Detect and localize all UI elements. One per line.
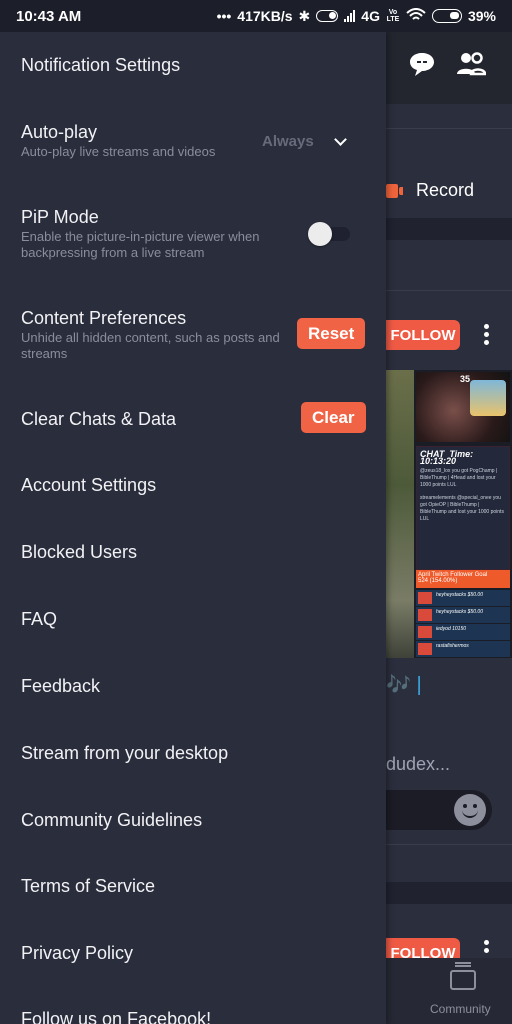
network-speed: 417KB/s: [237, 8, 293, 24]
follow-button[interactable]: FOLLOW: [386, 320, 460, 350]
menu-item-terms-of-service[interactable]: Terms of Service: [21, 875, 366, 897]
follower-goal: April Twitch Follower Goal 524 (154.00%): [416, 570, 510, 588]
goal-value: 524 (154.00%): [418, 578, 458, 584]
item-subtitle: Unhide all hidden content, such as posts…: [21, 330, 280, 361]
stat-row: heyheystacks $50.00: [416, 607, 510, 623]
menu-item-faq[interactable]: FAQ: [21, 608, 366, 630]
menu-item-feedback[interactable]: Feedback: [21, 675, 366, 697]
stat-row: heyheystacks $50.00: [416, 590, 510, 606]
battery-icon: [431, 9, 462, 23]
record-button[interactable]: Record: [386, 180, 474, 201]
divider: [386, 844, 512, 845]
menu-item-notification-settings[interactable]: Notification Settings: [21, 54, 366, 76]
reset-button[interactable]: Reset: [297, 318, 366, 349]
menu-item-privacy-policy[interactable]: Privacy Policy: [21, 942, 366, 964]
game-footage: [386, 370, 414, 658]
menu-item-blocked-users[interactable]: Blocked Users: [21, 541, 366, 563]
section-separator: [386, 218, 512, 240]
item-title: FAQ: [21, 609, 58, 629]
data-saver-icon: [316, 10, 339, 22]
nav-community-label[interactable]: Community: [430, 1002, 491, 1016]
item-title: Terms of Service: [21, 876, 156, 896]
auto-play-dropdown[interactable]: Always: [262, 132, 347, 150]
divider: [386, 128, 512, 129]
stream-chat-overlay: CHAT Time: 10:13:20 @zeus18_lox you got …: [416, 446, 510, 570]
bottom-nav: Community: [386, 958, 512, 1024]
menu-item-account-settings[interactable]: Account Settings: [21, 474, 366, 496]
users-icon[interactable]: [456, 50, 487, 83]
wifi-icon: [406, 7, 426, 25]
toggle-knob: [308, 222, 332, 246]
status-bar: 10:43 AM ••• 417KB/s ✱ 4G Vo LTE 39%: [0, 0, 512, 32]
menu-item-community-guidelines[interactable]: Community Guidelines: [21, 809, 366, 831]
item-subtitle: Enable the picture-in-picture viewer whe…: [21, 229, 260, 260]
chat-bubble-icon[interactable]: [408, 50, 436, 83]
item-title: Notification Settings: [21, 55, 181, 75]
more-notifications-icon: •••: [216, 8, 232, 24]
item-title: Blocked Users: [21, 542, 138, 562]
divider: [386, 290, 512, 291]
clear-button[interactable]: Clear: [301, 402, 366, 433]
item-title: Content Preferences: [21, 308, 187, 328]
post-caption: 🎶 |: [386, 674, 422, 696]
signal-icon: [344, 10, 356, 22]
record-label: Record: [416, 180, 475, 200]
emoji-smile-icon[interactable]: [454, 794, 486, 826]
more-options-icon[interactable]: [482, 940, 490, 953]
item-title: Account Settings: [21, 475, 157, 495]
cam-counter: 35: [460, 374, 471, 384]
menu-item-pip-mode[interactable]: PiP Mode Enable the picture-in-picture v…: [21, 206, 266, 261]
chat-message: streamelements @special_onee you got Opi…: [420, 495, 504, 522]
item-title: Community Guidelines: [21, 810, 203, 830]
item-title: Stream from your desktop: [21, 743, 229, 763]
item-title: Feedback: [21, 676, 101, 696]
network-type: 4G: [361, 8, 380, 24]
stream-thumbnail[interactable]: 35 CHAT Time: 10:13:20 @zeus18_lox you g…: [386, 370, 512, 658]
chat-message: @zeus18_lox you got PogChamp | BibleThum…: [420, 468, 498, 488]
item-title: Follow us on Facebook!: [21, 1009, 212, 1024]
item-title: PiP Mode: [21, 207, 99, 227]
video-camera-icon: [386, 183, 403, 198]
item-title: Privacy Policy: [21, 943, 134, 963]
chevron-down-icon: [333, 132, 347, 146]
stat-row: iedyod 10150: [416, 624, 510, 640]
menu-item-content-preferences: Content Preferences Unhide all hidden co…: [21, 307, 286, 362]
bluetooth-icon: ✱: [298, 7, 311, 24]
game-logo: [470, 380, 506, 416]
stat-row: rastafishermos: [416, 641, 510, 657]
pip-mode-toggle[interactable]: [308, 222, 352, 246]
section-separator: [386, 882, 512, 904]
app-top-icons: [408, 50, 487, 83]
status-time: 10:43 AM: [16, 7, 82, 25]
volte-icon: Vo LTE: [386, 9, 400, 23]
auto-play-value: Always: [262, 133, 314, 150]
battery-percent: 39%: [467, 8, 496, 24]
menu-item-clear-chats-data: Clear Chats & Data: [21, 408, 286, 430]
more-options-icon[interactable]: [482, 324, 490, 345]
menu-item-follow-facebook[interactable]: Follow us on Facebook!: [21, 1008, 366, 1024]
community-icon[interactable]: [450, 965, 476, 990]
settings-drawer: Notification Settings Auto-play Auto-pla…: [0, 32, 386, 1024]
comment-author[interactable]: dudex...: [386, 754, 450, 775]
item-title: Clear Chats & Data: [21, 409, 177, 429]
menu-item-stream-from-desktop[interactable]: Stream from your desktop: [21, 742, 366, 764]
